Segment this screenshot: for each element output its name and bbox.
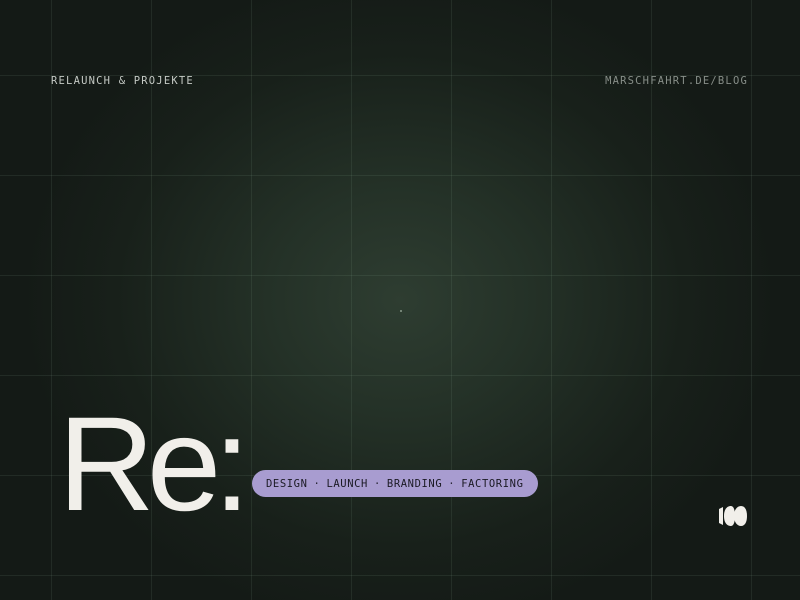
grid-line xyxy=(0,575,800,576)
header-url-label: MARSCHFAHRT.DE/BLOG xyxy=(605,75,748,87)
grid-line xyxy=(0,275,800,276)
brand-logo-icon xyxy=(719,506,747,526)
grid-line xyxy=(51,0,52,600)
tag-factoring: FACTORING xyxy=(461,477,524,490)
tag-separator: · xyxy=(373,477,381,490)
header-category-label: RELAUNCH & PROJEKTE xyxy=(51,75,194,87)
tag-design: DESIGN xyxy=(266,477,308,490)
grid-line xyxy=(251,0,252,600)
grid-line xyxy=(0,175,800,176)
grid-line xyxy=(0,375,800,376)
tag-launch: LAUNCH xyxy=(326,477,368,490)
grid-line xyxy=(451,0,452,600)
grid-line xyxy=(751,0,752,600)
tags-pill: DESIGN · LAUNCH · BRANDING · FACTORING xyxy=(252,470,538,497)
tag-separator: · xyxy=(313,477,321,490)
tag-branding: BRANDING xyxy=(386,477,443,490)
grid-line xyxy=(351,0,352,600)
hero-title: Re: xyxy=(58,390,251,539)
tag-separator: · xyxy=(448,477,456,490)
grid-line xyxy=(651,0,652,600)
grid-line xyxy=(551,0,552,600)
center-dot xyxy=(400,310,402,312)
